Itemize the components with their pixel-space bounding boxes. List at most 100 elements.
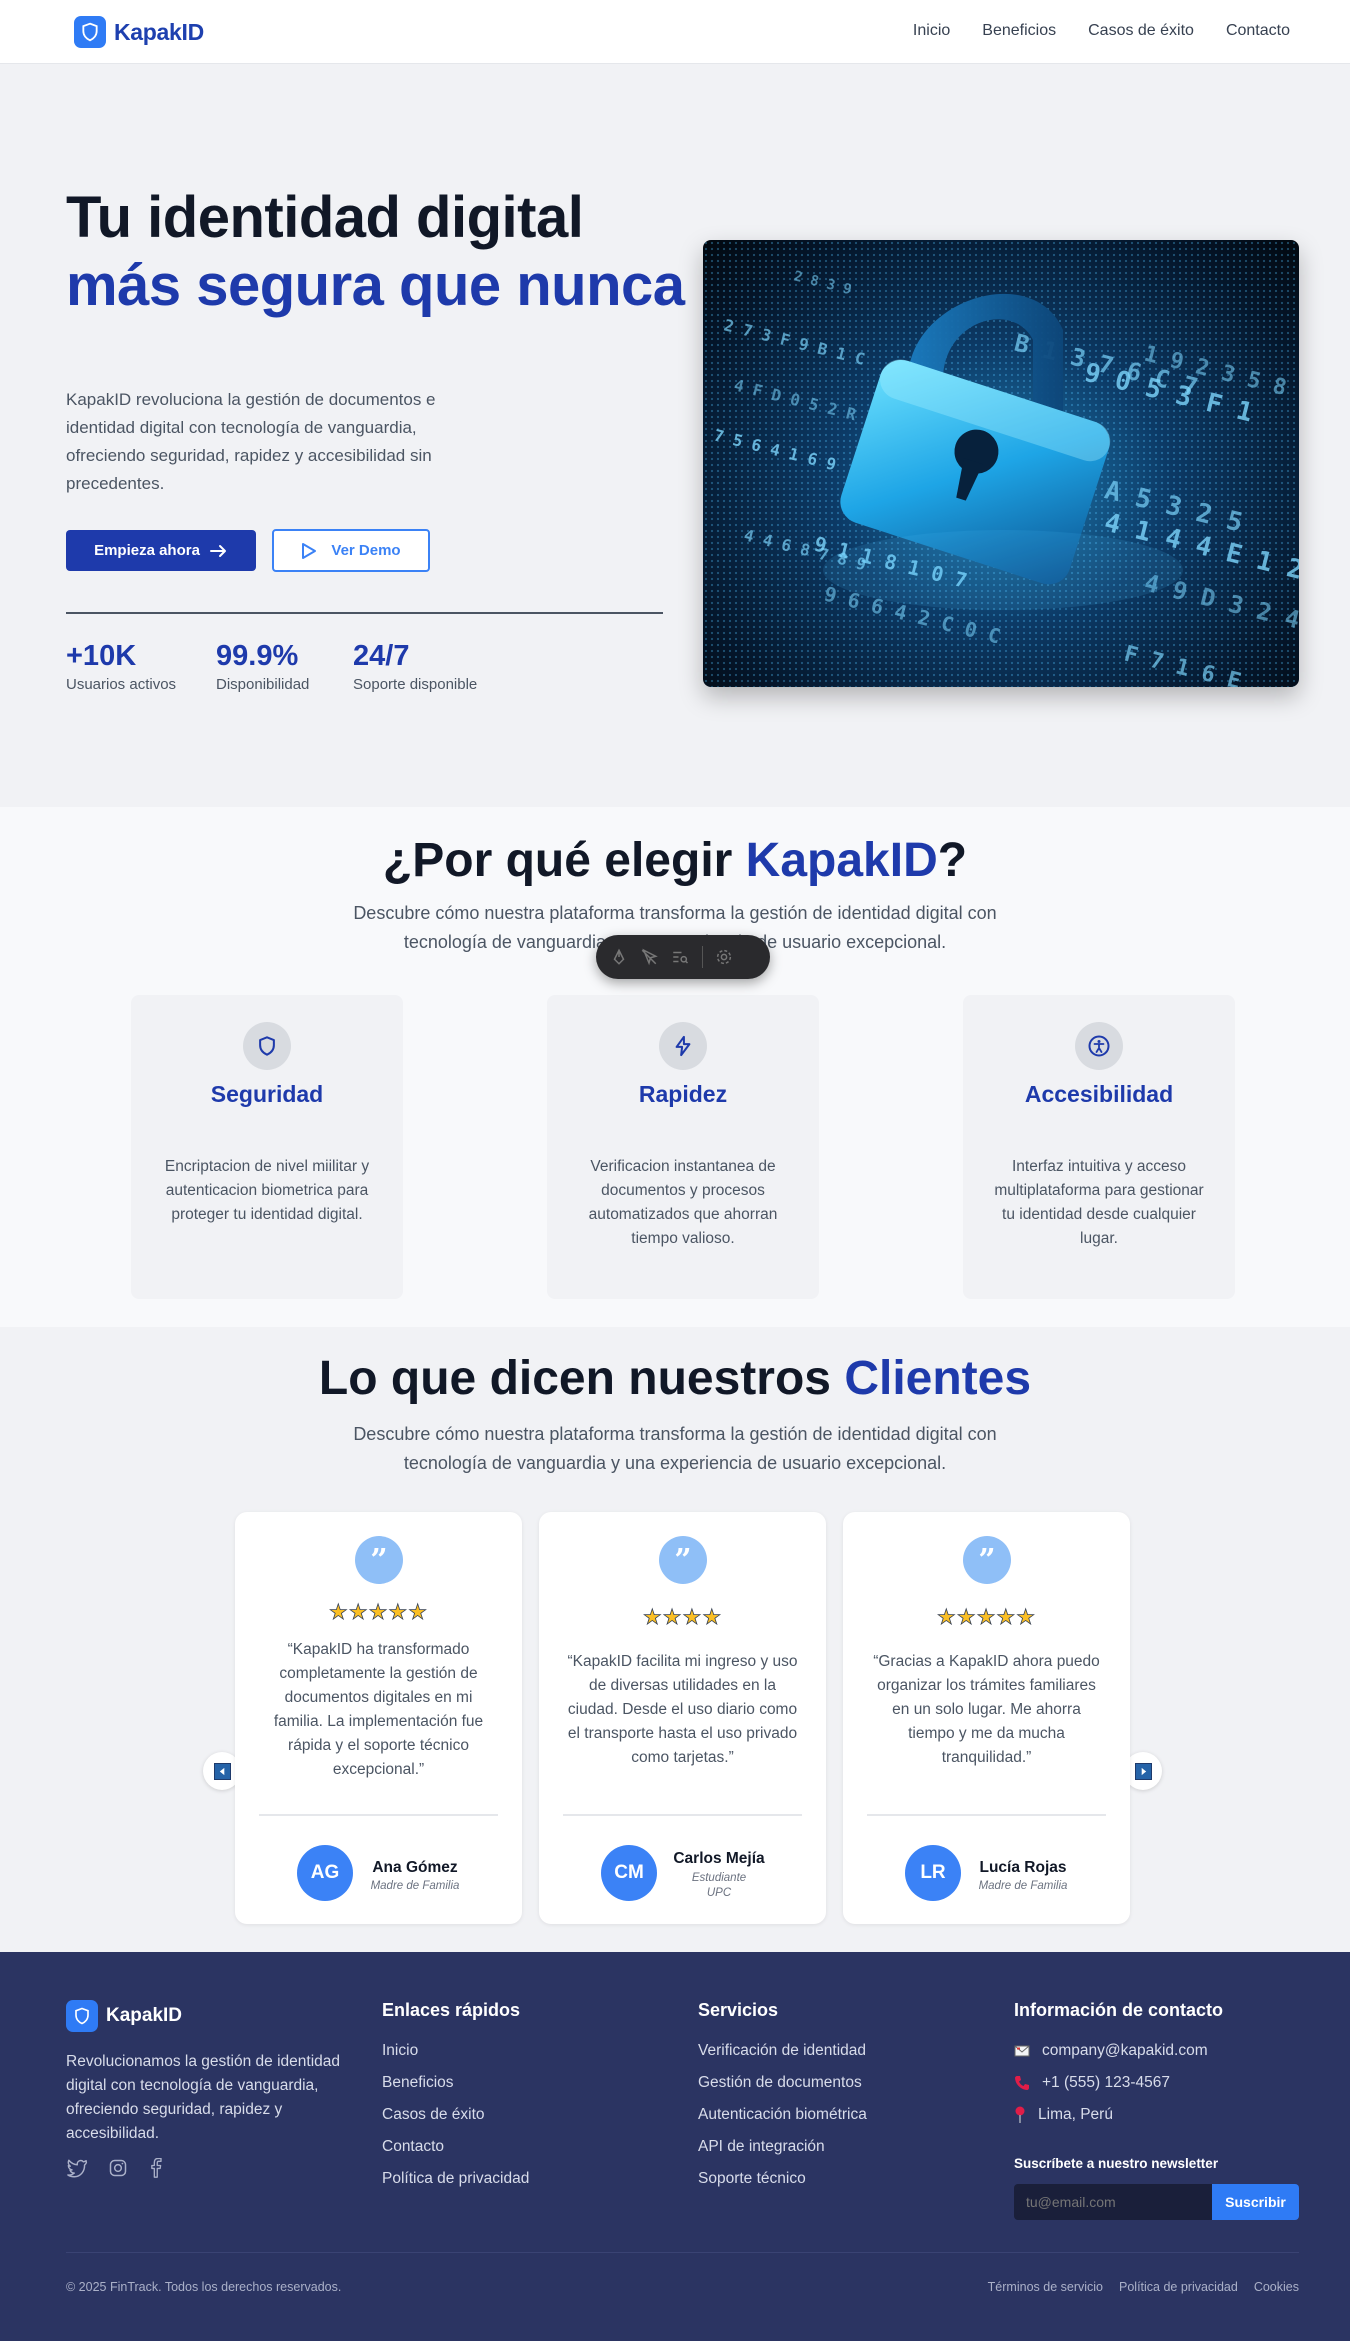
- footer-brand[interactable]: KapakID: [66, 2000, 182, 2032]
- footer-link-beneficios[interactable]: Beneficios: [382, 2073, 529, 2093]
- hero-title-highlight: más segura que nunca: [66, 253, 685, 318]
- quote-icon: ”: [659, 1536, 707, 1584]
- testimonial-author-role: Madre de Familia: [370, 1880, 460, 1892]
- why-section: ¿Por qué elegir KapakID? Descubre cómo n…: [0, 807, 1350, 1327]
- service-link-verificacion[interactable]: Verificación de identidad: [698, 2041, 867, 2061]
- testimonials-section: Lo que dicen nuestros Clientes Descubre …: [0, 1327, 1350, 1952]
- stat-support-label: Soporte disponible: [353, 676, 478, 693]
- arrow-right-icon: [1134, 1762, 1152, 1780]
- footer-link-inicio[interactable]: Inicio: [382, 2041, 529, 2061]
- floating-toolbar: [596, 935, 770, 979]
- service-link-api[interactable]: API de integración: [698, 2137, 867, 2157]
- hero-section: Tu identidad digital más segura que nunc…: [0, 64, 1350, 807]
- footer-brand-name: KapakID: [106, 2005, 183, 2026]
- arrow-right-icon: [209, 544, 226, 557]
- services-column: Servicios Verificación de identidad Gest…: [698, 2000, 867, 2189]
- quick-links-title: Enlaces rápidos: [382, 2000, 521, 2020]
- legal-links: Términos de servicio Política de privaci…: [988, 2280, 1299, 2294]
- why-title-prefix: ¿Por qué elegir: [382, 834, 746, 887]
- legal-link-terms[interactable]: Términos de servicio: [988, 2280, 1103, 2294]
- feature-desc-security: Encriptacion de nivel miilitar y autenti…: [164, 1158, 370, 1223]
- copyright-text: © 2025 FinTrack. Todos los derechos rese…: [66, 2280, 342, 2294]
- contact-email[interactable]: company@kapakid.com: [1014, 2041, 1223, 2061]
- testimonial-author-name: Ana Gómez: [372, 1859, 458, 1876]
- service-link-gestion[interactable]: Gestión de documentos: [698, 2073, 867, 2093]
- testimonial-quote: “KapakID ha transformado completamente l…: [273, 1641, 484, 1778]
- top-navbar: KapakID Inicio Beneficios Casos de éxito…: [0, 0, 1350, 64]
- why-title: ¿Por qué elegir KapakID?: [0, 833, 1350, 888]
- star-rating: ★★★★★: [936, 1606, 1037, 1630]
- testimonial-author-name: Carlos Mejía: [673, 1850, 765, 1867]
- testimonial-card: ” ★★★★★ “KapakID ha transformado complet…: [235, 1512, 522, 1924]
- gear-icon[interactable]: [715, 948, 733, 966]
- footer-link-contacto[interactable]: Contacto: [382, 2137, 529, 2157]
- testimonial-quote: “KapakID facilita mi ingreso y uso de di…: [567, 1653, 798, 1766]
- contact-phone-text: +1 (555) 123-4567: [1042, 2074, 1170, 2091]
- service-link-soporte[interactable]: Soporte técnico: [698, 2169, 867, 2189]
- nav-link-inicio[interactable]: Inicio: [913, 22, 950, 40]
- stat-users-label: Usuarios activos: [66, 676, 177, 693]
- contact-email-text: company@kapakid.com: [1042, 2042, 1208, 2059]
- quote-icon: ”: [355, 1536, 403, 1584]
- lightning-icon: [659, 1022, 707, 1070]
- instagram-icon[interactable]: [108, 2158, 128, 2178]
- nav-link-beneficios[interactable]: Beneficios: [982, 22, 1056, 40]
- cursor-off-icon[interactable]: [640, 948, 658, 966]
- social-links: [66, 2158, 164, 2178]
- services-title: Servicios: [698, 2000, 779, 2020]
- shield-logo-icon: [74, 16, 106, 48]
- feature-title-security: Seguridad: [210, 1081, 324, 1107]
- why-title-highlight: KapakID: [745, 834, 938, 887]
- testimonial-author-name: Lucía Rojas: [979, 1859, 1067, 1876]
- footer-about-text: Revolucionamos la gestión de identidad d…: [66, 2053, 341, 2142]
- envelope-icon: [1014, 2045, 1030, 2057]
- pin-icon: [1015, 2106, 1025, 2123]
- service-link-biometrica[interactable]: Autenticación biométrica: [698, 2105, 867, 2125]
- footer-link-privacidad[interactable]: Política de privacidad: [382, 2169, 529, 2189]
- feature-card-speed: Rapidez Verificacion instantanea de docu…: [547, 995, 819, 1299]
- avatar: CM: [601, 1845, 657, 1901]
- testimonial-divider: [563, 1814, 802, 1816]
- feature-title-speed: Rapidez: [638, 1081, 728, 1107]
- shield-icon: [243, 1022, 291, 1070]
- demo-button[interactable]: Ver Demo: [272, 529, 430, 572]
- contact-phone[interactable]: +1 (555) 123-4567: [1014, 2073, 1223, 2093]
- nav-link-contacto[interactable]: Contacto: [1226, 22, 1290, 40]
- start-now-button[interactable]: Empieza ahora: [66, 530, 256, 571]
- newsletter-title: Suscríbete a nuestro newsletter: [1014, 2156, 1219, 2171]
- stat-users: +10K Usuarios activos: [66, 640, 176, 693]
- quote-icon: ”: [963, 1536, 1011, 1584]
- feature-card-security: Seguridad Encriptacion de nivel miilitar…: [131, 995, 403, 1299]
- legal-link-privacy[interactable]: Política de privacidad: [1119, 2280, 1238, 2294]
- nav-link-casos-de-exito[interactable]: Casos de éxito: [1088, 22, 1194, 40]
- hero-padlock-image: 2 8 3 9B 1 3 7 6 C 79 0 5 3 F 11 9 2 3 5…: [703, 240, 1299, 687]
- hero-divider: [66, 612, 663, 614]
- search-list-icon[interactable]: [670, 948, 690, 966]
- accessibility-icon: [1075, 1022, 1123, 1070]
- twitter-icon[interactable]: [66, 2158, 88, 2178]
- pen-nib-icon[interactable]: [610, 948, 628, 966]
- shield-logo-icon: [66, 2000, 98, 2032]
- testimonials-subtitle: Descubre cómo nuestra plataforma transfo…: [353, 1424, 997, 1473]
- feature-desc-accessibility: Interfaz intuitiva y acceso multiplatafo…: [994, 1158, 1204, 1247]
- contact-title: Información de contacto: [1014, 2000, 1224, 2020]
- start-now-label: Empieza ahora: [94, 542, 200, 559]
- feature-card-accessibility: Accesibilidad Interfaz intuitiva y acces…: [963, 995, 1235, 1299]
- phone-icon: [1015, 2076, 1029, 2090]
- stat-support-value: 24/7: [353, 640, 410, 672]
- facebook-icon[interactable]: [148, 2158, 164, 2178]
- testimonials-title-highlight: Clientes: [844, 1352, 1032, 1405]
- stat-availability: 99.9% Disponibilidad: [216, 640, 309, 693]
- newsletter-subscribe-button[interactable]: Suscribir: [1212, 2184, 1299, 2220]
- testimonial-quote: “Gracias a KapakID ahora puedo organizar…: [873, 1653, 1100, 1766]
- legal-link-cookies[interactable]: Cookies: [1254, 2280, 1299, 2294]
- stat-support: 24/7 Soporte disponible: [353, 640, 477, 693]
- brand-logo[interactable]: KapakID: [74, 16, 204, 48]
- newsletter-email-input[interactable]: [1014, 2184, 1212, 2220]
- footer-link-casos-de-exito[interactable]: Casos de éxito: [382, 2105, 529, 2125]
- contact-location-text: Lima, Perú: [1038, 2106, 1113, 2123]
- avatar: LR: [905, 1845, 961, 1901]
- feature-desc-speed: Verificacion instantanea de documentos y…: [588, 1158, 778, 1247]
- avatar: AG: [297, 1845, 353, 1901]
- contact-location[interactable]: Lima, Perú: [1014, 2105, 1223, 2125]
